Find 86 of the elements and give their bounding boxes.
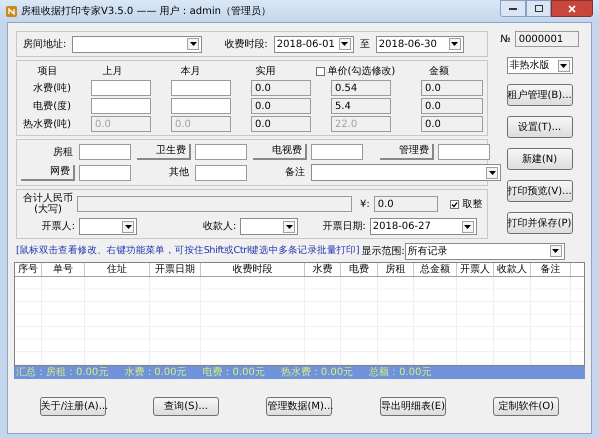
table-header-cell[interactable]: 住址	[85, 263, 150, 276]
table-header-cell[interactable]: 水费	[305, 263, 341, 276]
close-icon[interactable]	[551, 0, 593, 17]
fee-label: 房租	[52, 146, 73, 160]
column-header: 实用	[254, 64, 276, 78]
number-label: №	[500, 32, 511, 46]
column-header: 本月	[179, 64, 202, 78]
issuer-label: 开票人:	[40, 220, 75, 234]
to-label: 至	[360, 38, 370, 52]
table-header-cell[interactable]: 收费时段	[201, 263, 305, 276]
issue-date-dropdown[interactable]: 2018-06-27	[370, 218, 477, 235]
column-header: 金额	[428, 64, 450, 78]
row-label: 热水费(吨)	[22, 118, 71, 132]
side-button[interactable]: 打印并保存(P)	[506, 212, 572, 234]
unit-price-field[interactable]: 5.4	[331, 98, 391, 114]
table-header-cell[interactable]: 开票日期	[150, 263, 201, 276]
fee-field[interactable]	[79, 164, 131, 180]
minimize-icon[interactable]	[500, 0, 526, 17]
table-header-cell[interactable]: 总金额	[414, 263, 457, 276]
fee-button[interactable]: 卫生费	[137, 144, 191, 160]
fee-field[interactable]	[311, 144, 363, 160]
bottom-button[interactable]: 导出明细表(E)	[380, 396, 446, 416]
side-button[interactable]: 租户管理(B)...	[506, 84, 572, 106]
fee-label: 备注	[284, 166, 305, 180]
bottom-button[interactable]: 管理数据(M)...	[266, 396, 332, 416]
table-header-cell[interactable]: 序号	[15, 263, 42, 276]
summary-text: 电费：0.00元	[202, 368, 265, 378]
issue-date-label: 开票日期:	[322, 220, 366, 234]
receipt-number-field[interactable]: 0000001	[514, 31, 579, 47]
app-logo-icon	[6, 6, 17, 16]
column-header: 项目	[36, 64, 58, 78]
table-header-cell[interactable]: 备注	[531, 263, 571, 276]
unit-price-field[interactable]: 0.54	[331, 80, 391, 96]
summary-text: 总额：0.00元	[369, 368, 432, 378]
side-button[interactable]: 新建(N)	[506, 148, 572, 170]
fee-label: 其他	[168, 166, 189, 180]
bottom-button[interactable]: 查询(S)...	[153, 396, 220, 416]
date-dropdown[interactable]: 2018-06-30	[376, 36, 464, 52]
table-header-cell[interactable]: 单号	[42, 263, 85, 276]
payee-label: 收款人:	[203, 220, 236, 234]
summary-text: 热水费：0.00元	[280, 368, 354, 378]
address-label: 房间地址:	[23, 38, 66, 52]
fee-field[interactable]	[195, 164, 247, 180]
round-label: 取整	[462, 198, 483, 212]
used-field[interactable]: 0.0	[251, 80, 311, 96]
table-header-cell[interactable]: 开票人	[457, 263, 494, 276]
fee-button[interactable]: 网费	[21, 164, 75, 180]
display-range-dropdown[interactable]: 所有记录	[404, 242, 565, 260]
fee-field[interactable]	[438, 144, 490, 160]
reading-field[interactable]	[91, 98, 151, 114]
column-header: 上月	[102, 64, 124, 78]
table-header-cell[interactable]: 收款人	[494, 263, 531, 276]
side-button[interactable]: 设置(T)...	[506, 116, 572, 138]
window-title: 房租收据打印专家V3.5.0 —— 用户：admin（管理员）	[21, 4, 272, 18]
fee-field[interactable]	[195, 144, 247, 160]
summary-text: 汇总：房租：0.00元	[16, 368, 108, 378]
reading-field[interactable]	[171, 80, 231, 96]
total-amount-field[interactable]: 0.0	[374, 196, 438, 212]
row-label: 电费(度)	[32, 100, 71, 114]
summary-text: 水费：0.00元	[124, 368, 187, 378]
checkbox[interactable]	[316, 66, 325, 76]
column-header: 单价(勾选修改)	[328, 64, 396, 78]
reading-field[interactable]	[171, 98, 231, 114]
hint-text: [鼠标双击查看修改、右键功能菜单，可按住Shift或Ctrl键选中多条记录批量打印]	[16, 244, 360, 258]
fee-button[interactable]: 管理费	[380, 144, 434, 160]
date-dropdown[interactable]: 2018-06-01	[274, 36, 354, 52]
fee-button[interactable]: 电视费	[253, 144, 307, 160]
checkbox[interactable]	[450, 200, 459, 208]
display-range-label: 显示范围:	[361, 244, 405, 258]
amount-field[interactable]: 0.0	[421, 80, 483, 96]
amount-field[interactable]: 0.0	[421, 98, 483, 114]
used-field[interactable]: 0.0	[251, 98, 311, 114]
table-header-cell[interactable]: 房租	[378, 263, 414, 276]
row-label: 水费(吨)	[32, 82, 71, 96]
reading-field[interactable]	[91, 80, 151, 96]
table-header-cell[interactable]: 电费	[341, 263, 378, 276]
fee-field[interactable]	[79, 144, 131, 160]
currency-label: ¥:	[360, 198, 370, 212]
bottom-button[interactable]: 关于/注册(A)...	[40, 396, 106, 416]
total-label: 合计人民币 (大写)	[23, 193, 73, 215]
bottom-button[interactable]: 定制软件(O)	[493, 396, 560, 416]
period-label: 收费时段:	[224, 38, 268, 52]
total-words-field[interactable]	[77, 196, 352, 212]
maximize-icon[interactable]	[526, 0, 551, 17]
side-button[interactable]: 打印预览(V)...	[506, 180, 572, 202]
water-mode-dropdown[interactable]: 非热水版	[506, 57, 572, 74]
